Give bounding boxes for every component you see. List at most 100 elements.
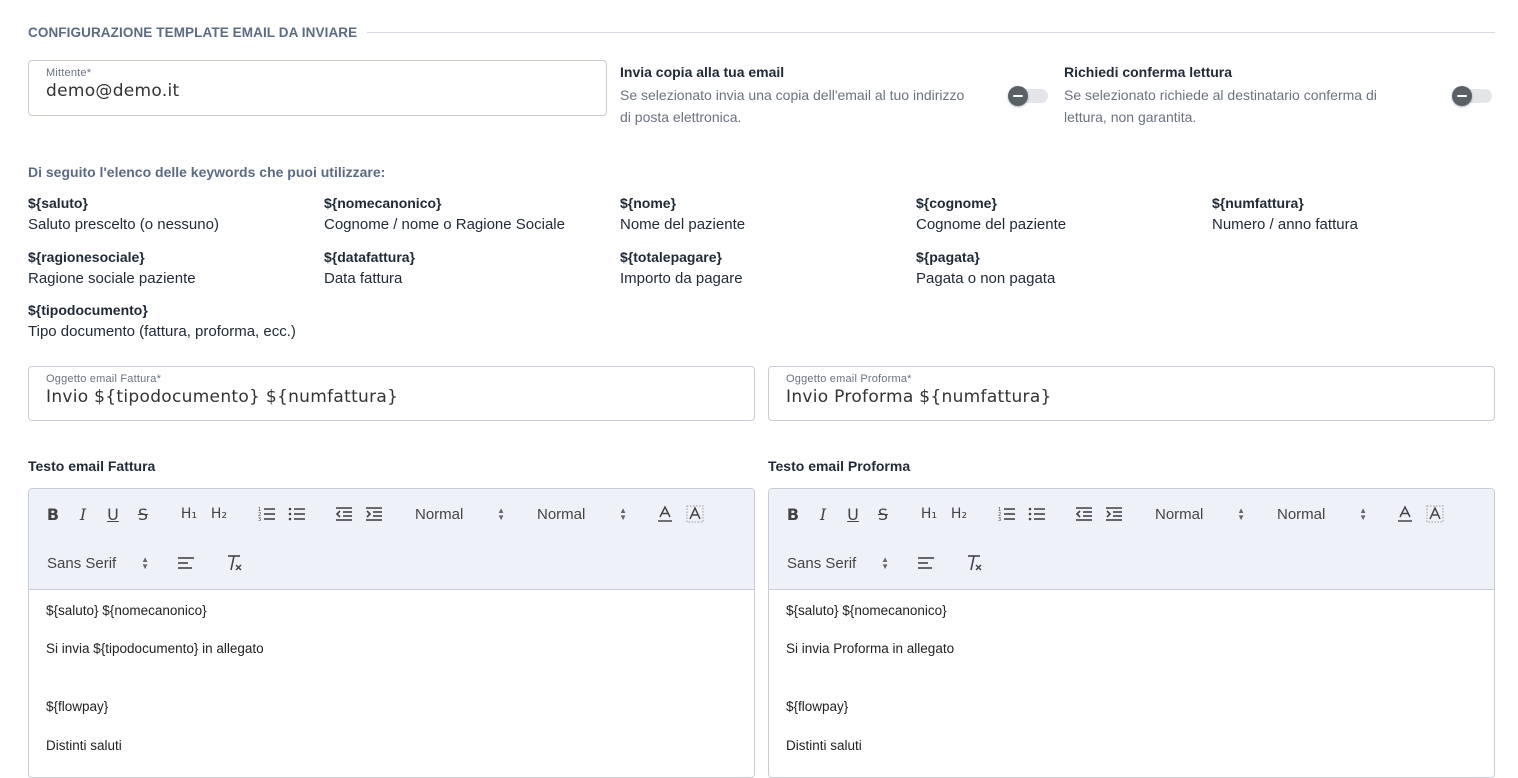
editor-invoice-label: Testo email Fattura — [28, 458, 156, 474]
background-color-icon — [1426, 505, 1444, 523]
keyword-desc: Cognome / nome o Ragione Sociale — [324, 216, 565, 233]
header2-icon: H₂ — [210, 506, 228, 522]
keyword-name: ${datafattura} — [324, 249, 416, 265]
keyword-name: ${nome} — [620, 195, 677, 211]
keyword-name: ${totalepagare} — [620, 249, 722, 265]
keyword-name: ${nomecanonico} — [324, 195, 442, 211]
size-select[interactable]: Normal ▲ ▼ — [537, 502, 627, 526]
editor-content[interactable]: ${saluto} ${nomecanonico} Si invia ${tip… — [46, 603, 264, 753]
font-select[interactable]: Sans Serif ▲ ▼ — [47, 551, 149, 575]
italic-icon: I — [819, 504, 827, 524]
size-select-value: Normal — [1277, 505, 1326, 523]
keyword-item: ${saluto} Saluto prescelto (o nessuno) — [28, 195, 318, 233]
header2-button[interactable]: H₂ — [207, 502, 231, 526]
clear-format-button[interactable] — [962, 551, 986, 575]
align-button[interactable] — [914, 551, 938, 575]
keyword-item: ${cognome} Cognome del paziente — [916, 195, 1206, 233]
keyword-item: ${ragionesociale} Ragione sociale pazien… — [28, 249, 318, 287]
clear-format-button[interactable] — [222, 551, 246, 575]
copy-option: Invia copia alla tua email Se selezionat… — [620, 64, 1000, 128]
read-receipt-option: Richiedi conferma lettura Se selezionato… — [1064, 64, 1444, 128]
read-receipt-desc-2: lettura, non garantita. — [1064, 109, 1197, 125]
background-color-icon — [686, 505, 704, 523]
editor-proforma-label: Testo email Proforma — [768, 458, 911, 474]
editor-content[interactable]: ${saluto} ${nomecanonico} Si invia Profo… — [786, 603, 954, 753]
keyword-name: ${ragionesociale} — [28, 249, 145, 265]
text-color-icon — [1398, 505, 1412, 522]
editor-toolbar: B I U S H₁ H₂ 1 2 3 Normal ▲ ▼ Normal ▲ … — [29, 489, 754, 590]
svg-text:3: 3 — [258, 517, 261, 522]
header-select-value: Normal — [415, 505, 464, 523]
strike-icon: S — [877, 504, 889, 524]
italic-button[interactable]: I — [811, 502, 835, 526]
keyword-item: ${pagata} Pagata o non pagata — [916, 249, 1206, 287]
align-button[interactable] — [174, 551, 198, 575]
bold-button[interactable]: B — [41, 502, 65, 526]
italic-button[interactable]: I — [71, 502, 95, 526]
keyword-item: ${datafattura} Data fattura — [324, 249, 614, 287]
header-select[interactable]: Normal ▲ ▼ — [1155, 502, 1245, 526]
indent-icon — [1106, 507, 1122, 521]
font-select-value: Sans Serif — [47, 554, 117, 572]
subject-invoice-field[interactable]: Oggetto email Fattura* Invio ${tipodocum… — [28, 366, 755, 421]
editor-proforma: B I U S H₁ H₂ 1 2 3 Normal ▲ ▼ Normal ▲ … — [768, 488, 1495, 778]
select-arrows-icon: ▲ ▼ — [141, 555, 149, 571]
font-select[interactable]: Sans Serif ▲ ▼ — [787, 551, 889, 575]
header1-button[interactable]: H₁ — [917, 502, 941, 526]
outdent-icon — [1075, 507, 1092, 521]
text-color-icon — [658, 505, 672, 522]
content-line: ${flowpay} — [46, 699, 109, 714]
subject-invoice-input[interactable]: Invio ${tipodocumento} ${numfattura} — [46, 387, 398, 407]
underline-button[interactable]: U — [101, 502, 125, 526]
background-color-button[interactable] — [683, 502, 707, 526]
header2-button[interactable]: H₂ — [947, 502, 971, 526]
indent-button[interactable] — [362, 502, 386, 526]
outdent-button[interactable] — [1072, 502, 1096, 526]
ordered-list-icon: 1 2 3 — [258, 507, 275, 522]
bold-button[interactable]: B — [781, 502, 805, 526]
sender-input[interactable]: demo@demo.it — [46, 81, 180, 101]
subject-proforma-input[interactable]: Invio Proforma ${numfattura} — [786, 387, 1052, 407]
underline-button[interactable]: U — [841, 502, 865, 526]
ordered-list-button[interactable]: 1 2 3 — [255, 502, 279, 526]
keyword-desc: Cognome del paziente — [916, 216, 1067, 233]
subject-invoice-label: Oggetto email Fattura* — [46, 373, 162, 385]
section-divider — [367, 31, 1495, 33]
font-select-value: Sans Serif — [787, 554, 857, 572]
select-arrows-icon: ▲ ▼ — [497, 506, 505, 522]
strike-button[interactable]: S — [131, 502, 155, 526]
indent-icon — [366, 507, 382, 521]
ordered-list-button[interactable]: 1 2 3 — [995, 502, 1019, 526]
editor-invoice: B I U S H₁ H₂ 1 2 3 Normal ▲ ▼ Normal ▲ … — [28, 488, 755, 778]
indent-button[interactable] — [1102, 502, 1126, 526]
copy-option-title: Invia copia alla tua email — [620, 64, 785, 80]
keyword-name: ${saluto} — [28, 195, 88, 211]
keyword-item: ${numfattura} Numero / anno fattura — [1212, 195, 1502, 233]
read-receipt-toggle[interactable] — [1452, 86, 1492, 106]
sender-field[interactable]: Mittente* demo@demo.it — [28, 60, 607, 116]
header2-icon: H₂ — [950, 506, 968, 522]
copy-option-toggle[interactable] — [1008, 86, 1048, 106]
keyword-desc: Ragione sociale paziente — [28, 270, 196, 287]
bullet-list-button[interactable] — [285, 502, 309, 526]
header-select-value: Normal — [1155, 505, 1204, 523]
background-color-button[interactable] — [1423, 502, 1447, 526]
subject-proforma-field[interactable]: Oggetto email Proforma* Invio Proforma $… — [768, 366, 1495, 421]
text-color-button[interactable] — [653, 502, 677, 526]
size-select[interactable]: Normal ▲ ▼ — [1277, 502, 1367, 526]
ordered-list-icon: 1 2 3 — [998, 507, 1015, 522]
select-arrows-icon: ▲ ▼ — [1359, 506, 1367, 522]
select-arrows-icon: ▲ ▼ — [619, 506, 627, 522]
toggle-knob — [1452, 86, 1472, 106]
text-color-button[interactable] — [1393, 502, 1417, 526]
bullet-list-button[interactable] — [1025, 502, 1049, 526]
header-select[interactable]: Normal ▲ ▼ — [415, 502, 505, 526]
content-line: Distinti saluti — [786, 738, 862, 753]
keyword-item: ${tipodocumento} Tipo documento (fattura… — [28, 302, 318, 340]
section-header: CONFIGURAZIONE TEMPLATE EMAIL DA INVIARE — [28, 22, 1495, 42]
keyword-desc: Saluto prescelto (o nessuno) — [28, 216, 219, 233]
outdent-button[interactable] — [332, 502, 356, 526]
header1-button[interactable]: H₁ — [177, 502, 201, 526]
strike-button[interactable]: S — [871, 502, 895, 526]
keyword-desc: Data fattura — [324, 270, 403, 287]
